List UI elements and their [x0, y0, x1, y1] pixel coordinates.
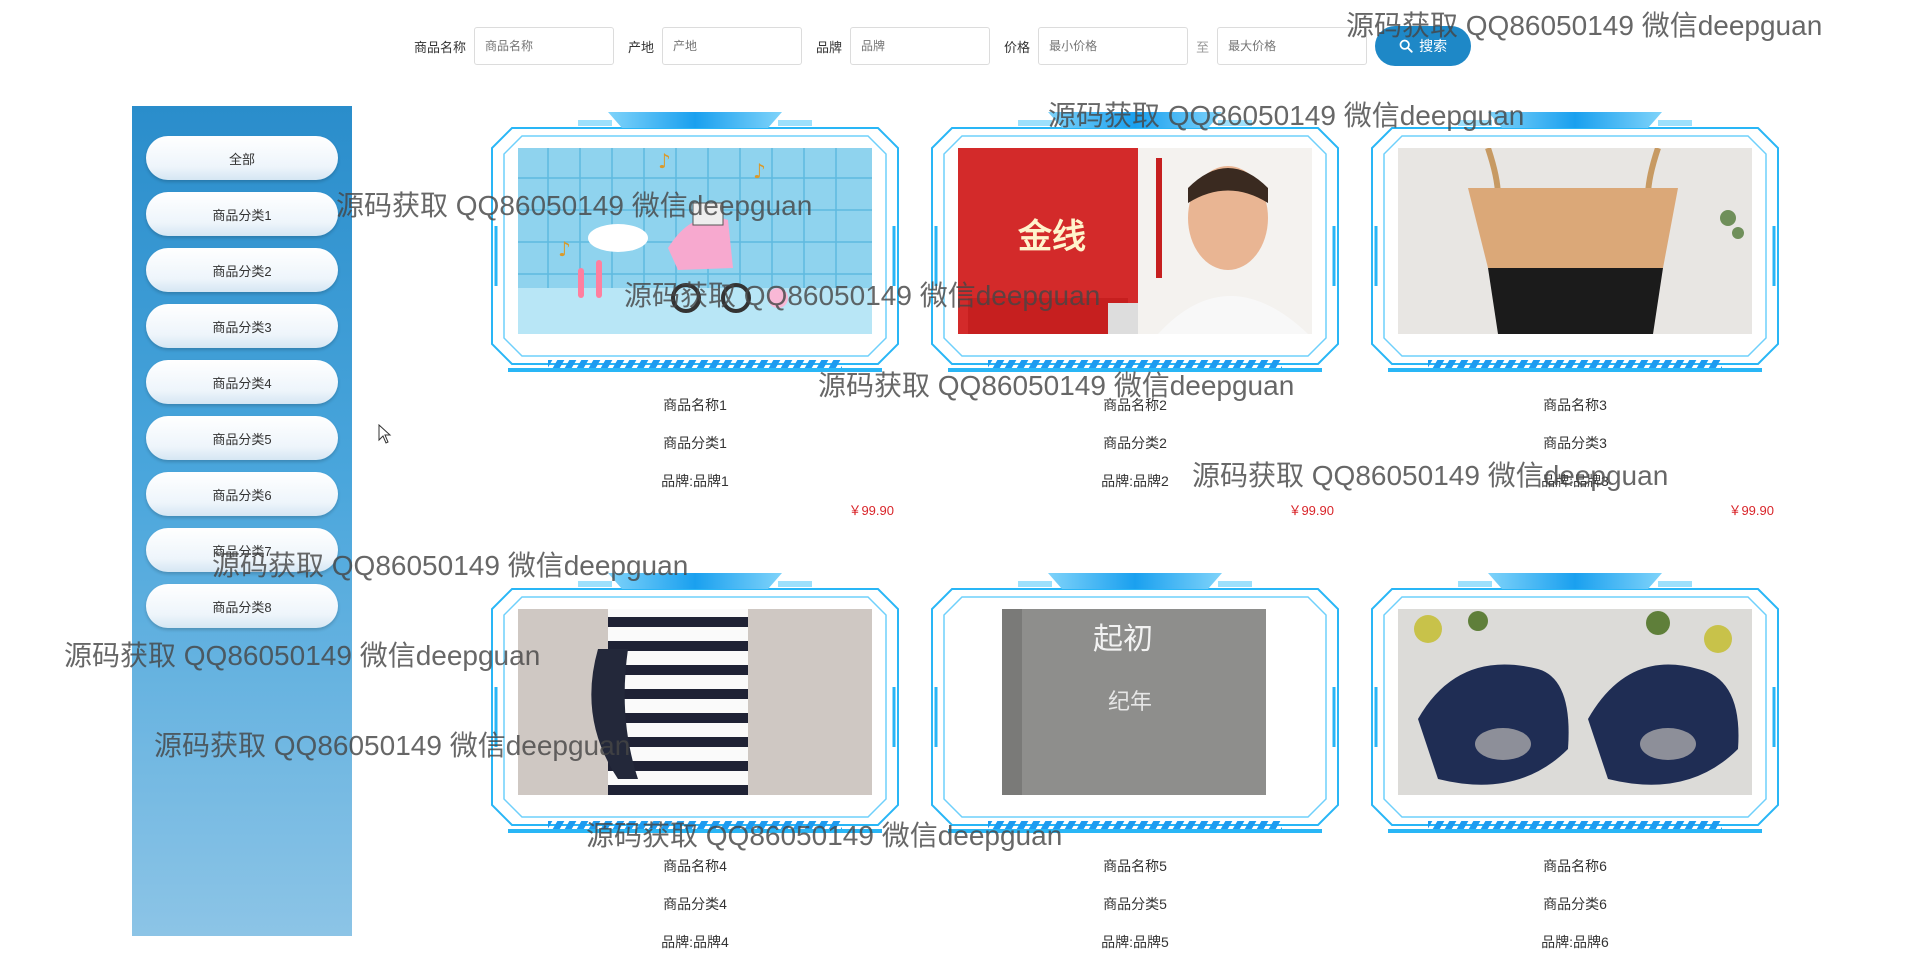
product-price: ￥99.90 [848, 503, 894, 518]
brand-input[interactable] [850, 27, 991, 65]
svg-text:♪: ♪ [753, 159, 766, 183]
book-title-text: 金线 [1017, 217, 1086, 257]
gray-book-title-text: 起初 [1093, 622, 1153, 657]
product-image-frame[interactable]: 起初 纪年 [928, 567, 1342, 847]
product-card[interactable]: 商品名称6 商品分类6 品牌:品牌6 [1368, 567, 1782, 961]
product-category: 商品分类4 [663, 896, 727, 912]
product-name[interactable]: 商品名称5 [928, 847, 1342, 885]
product-name[interactable]: 商品名称1 [488, 386, 902, 424]
product-info: 商品名称4 商品分类4 品牌:品牌4 [488, 847, 902, 961]
product-name[interactable]: 商品名称6 [1368, 847, 1782, 885]
product-info: 商品名称2 商品分类2 品牌:品牌2 ￥99.90 [928, 386, 1342, 522]
product-brand: 品牌:品牌3 [1541, 473, 1609, 489]
product-card[interactable]: 起初 纪年 商品名称5 商品分类5 品牌:品牌5 [928, 567, 1342, 961]
max-price-input[interactable] [1217, 27, 1368, 65]
category-3[interactable]: 商品分类3 [146, 304, 338, 348]
product-category: 商品分类3 [1543, 435, 1607, 451]
product-card[interactable]: 商品名称3 商品分类3 品牌:品牌3 ￥99.90 [1368, 106, 1782, 522]
product-category: 商品分类1 [663, 435, 727, 451]
product-name[interactable]: 商品名称4 [488, 847, 902, 885]
search-button-label: 搜索 [1419, 38, 1448, 54]
product-image-frame[interactable] [1368, 106, 1782, 386]
product-brand: 品牌:品牌5 [1101, 934, 1169, 950]
category-sidebar: 全部 商品分类1 商品分类2 商品分类3 商品分类4 商品分类5 商品分类6 商… [132, 106, 352, 936]
product-name-label: 商品名称 [414, 39, 467, 55]
product-price: ￥99.90 [1288, 503, 1334, 518]
product-info: 商品名称6 商品分类6 品牌:品牌6 [1368, 847, 1782, 961]
min-price-input[interactable] [1038, 27, 1189, 65]
product-image-frame[interactable] [488, 567, 902, 847]
product-image-frame[interactable]: ♪ ♪ ♪ [488, 106, 902, 386]
product-category: 商品分类6 [1543, 896, 1607, 912]
product-name-input[interactable] [474, 27, 615, 65]
product-brand: 品牌:品牌6 [1541, 934, 1609, 950]
product-image-book-jinxian[interactable]: 金线 [958, 148, 1312, 334]
product-category: 商品分类2 [1103, 435, 1167, 451]
svg-text:♪: ♪ [558, 237, 571, 261]
mouse-cursor-icon [378, 424, 392, 444]
gray-book-subtitle-text: 纪年 [1108, 690, 1152, 715]
category-7[interactable]: 商品分类7 [146, 528, 338, 572]
category-5[interactable]: 商品分类5 [146, 416, 338, 460]
search-button[interactable]: 搜索 [1375, 26, 1472, 66]
product-category: 商品分类5 [1103, 896, 1167, 912]
category-4[interactable]: 商品分类4 [146, 360, 338, 404]
product-info: 商品名称3 商品分类3 品牌:品牌3 ￥99.90 [1368, 386, 1782, 522]
origin-input[interactable] [662, 27, 803, 65]
product-brand: 品牌:品牌2 [1101, 473, 1169, 489]
price-range-separator: 至 [1196, 39, 1210, 55]
search-bar: 商品名称 产地 品牌 价格 至 搜索 [414, 26, 1472, 66]
product-price: ￥99.90 [1728, 503, 1774, 518]
product-name[interactable]: 商品名称2 [928, 386, 1342, 424]
product-image-striped-dress[interactable] [518, 609, 872, 795]
product-image-frame[interactable] [1368, 567, 1782, 847]
product-name[interactable]: 商品名称3 [1368, 386, 1782, 424]
product-image-woven-bag[interactable] [1398, 148, 1752, 334]
product-brand: 品牌:品牌1 [661, 473, 729, 489]
product-image-gray-book[interactable]: 起初 纪年 [958, 609, 1312, 795]
category-2[interactable]: 商品分类2 [146, 248, 338, 292]
product-image-frame[interactable]: 金线 [928, 106, 1342, 386]
product-brand: 品牌:品牌4 [661, 934, 729, 950]
product-card[interactable]: ♪ ♪ ♪ 商品名称1 商品分类1 品牌:品牌1 ￥99.90 [488, 106, 902, 522]
price-label: 价格 [1004, 39, 1031, 55]
category-8[interactable]: 商品分类8 [146, 584, 338, 628]
svg-text:♪: ♪ [658, 149, 671, 173]
product-card[interactable]: 金线 商品名称2 商品分类2 品牌:品牌2 ￥99.90 [928, 106, 1342, 522]
product-card[interactable]: 商品名称4 商品分类4 品牌:品牌4 [488, 567, 902, 961]
brand-label: 品牌 [816, 39, 843, 55]
product-image-pink-stroller[interactable]: ♪ ♪ ♪ [518, 148, 872, 334]
category-6[interactable]: 商品分类6 [146, 472, 338, 516]
product-info: 商品名称5 商品分类5 品牌:品牌5 [928, 847, 1342, 961]
search-icon [1399, 39, 1413, 53]
product-info: 商品名称1 商品分类1 品牌:品牌1 ￥99.90 [488, 386, 902, 522]
category-1[interactable]: 商品分类1 [146, 192, 338, 236]
product-image-navy-shoes[interactable] [1398, 609, 1752, 795]
origin-label: 产地 [628, 39, 655, 55]
category-all[interactable]: 全部 [146, 136, 338, 180]
